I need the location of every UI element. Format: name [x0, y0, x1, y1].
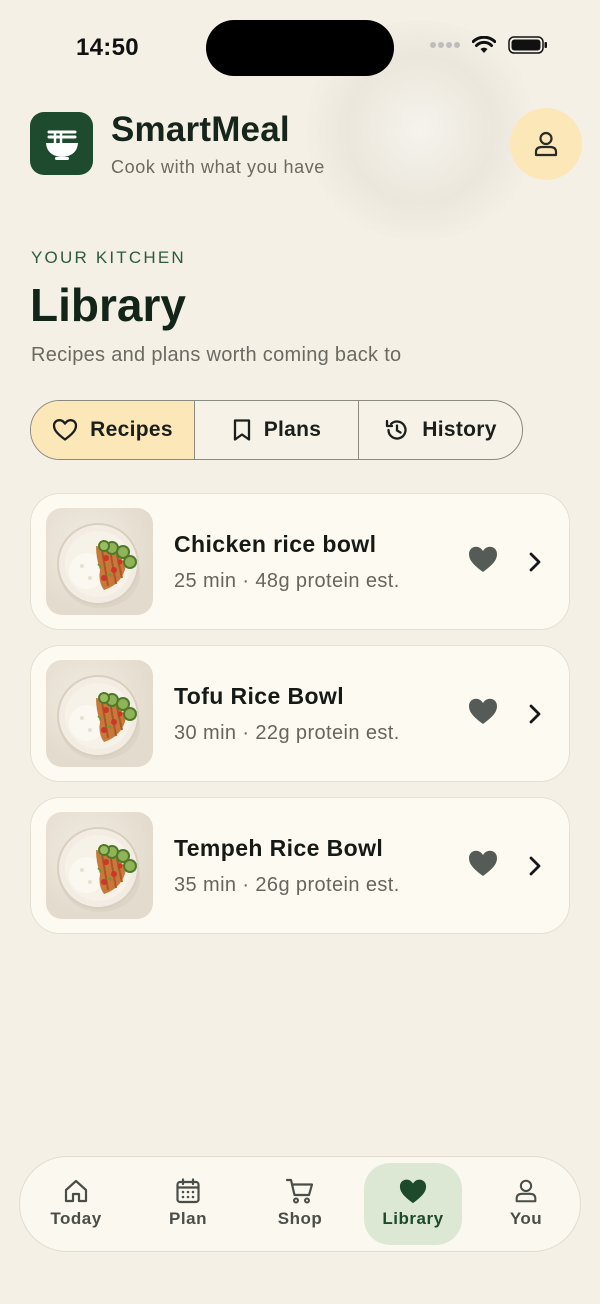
nav-item-today[interactable]: Today: [27, 1163, 125, 1245]
favorite-heart-icon[interactable]: [467, 544, 499, 574]
calendar-icon: [176, 1178, 200, 1204]
recipe-meta: 25 min · 48g protein est.: [174, 570, 400, 592]
nav-item-library[interactable]: Library: [364, 1163, 462, 1245]
tab-history-label: History: [422, 418, 497, 441]
cart-icon: [285, 1178, 314, 1204]
recipe-thumbnail: [46, 812, 153, 919]
page-title: Library: [30, 279, 186, 331]
recipe-title: Tempeh Rice Bowl: [174, 835, 384, 861]
tab-recipes-label: Recipes: [90, 418, 173, 441]
battery-icon: [508, 36, 547, 54]
recipe-title: Tofu Rice Bowl: [174, 683, 345, 709]
chevron-right-icon[interactable]: [527, 550, 543, 574]
tab-history[interactable]: History: [358, 401, 522, 459]
person-icon: [534, 131, 558, 157]
recipe-thumbnail: [46, 660, 153, 767]
recipe-meta: 35 min · 26g protein est.: [174, 874, 400, 896]
favorite-heart-icon[interactable]: [467, 848, 499, 878]
chevron-right-icon[interactable]: [527, 854, 543, 878]
app-title: SmartMeal: [111, 110, 290, 149]
library-tabs: Recipes Plans History: [30, 400, 523, 460]
recipe-meta: 30 min · 22g protein est.: [174, 722, 400, 744]
nav-item-plan[interactable]: Plan: [139, 1163, 237, 1245]
status-time: 14:50: [76, 34, 139, 61]
recipe-thumbnail: [46, 508, 153, 615]
nav-item-you[interactable]: You: [477, 1163, 575, 1245]
nav-item-shop[interactable]: Shop: [251, 1163, 349, 1245]
favorite-heart-icon[interactable]: [467, 696, 499, 726]
tab-plans-label: Plans: [263, 418, 322, 441]
nav-label: Today: [50, 1209, 102, 1228]
recipe-card[interactable]: Tempeh Rice Bowl 35 min · 26g protein es…: [30, 797, 570, 934]
signal-icon: [430, 42, 460, 48]
app-tagline: Cook with what you have: [111, 157, 325, 177]
recipe-title: Chicken rice bowl: [174, 531, 377, 557]
nav-label: Plan: [169, 1209, 207, 1228]
bookmark-icon: [233, 419, 250, 441]
bottom-nav: Today Plan Shop Library You: [19, 1156, 581, 1252]
heart-icon: [399, 1179, 427, 1204]
home-icon: [64, 1179, 88, 1203]
noodle-bowl-icon: [45, 130, 78, 160]
recipe-card[interactable]: Chicken rice bowl 25 min · 48g protein e…: [30, 493, 570, 630]
nav-label: Shop: [277, 1209, 323, 1228]
dynamic-island: [206, 20, 394, 76]
section-eyebrow: YOUR KITCHEN: [31, 248, 186, 267]
app-logo: [30, 112, 93, 175]
person-icon: [515, 1179, 537, 1203]
wifi-icon: [472, 36, 496, 53]
tab-plans[interactable]: Plans: [194, 401, 358, 459]
chevron-right-icon[interactable]: [527, 702, 543, 726]
page-description: Recipes and plans worth coming back to: [31, 344, 402, 366]
nav-label: Library: [382, 1209, 444, 1228]
history-icon: [386, 419, 407, 440]
heart-outline-icon: [53, 419, 78, 441]
nav-label: You: [509, 1209, 543, 1228]
profile-button[interactable]: [510, 108, 582, 180]
tab-recipes[interactable]: Recipes: [31, 401, 194, 459]
status-icons: [430, 36, 548, 54]
recipe-card[interactable]: Tofu Rice Bowl 30 min · 22g protein est.: [30, 645, 570, 782]
